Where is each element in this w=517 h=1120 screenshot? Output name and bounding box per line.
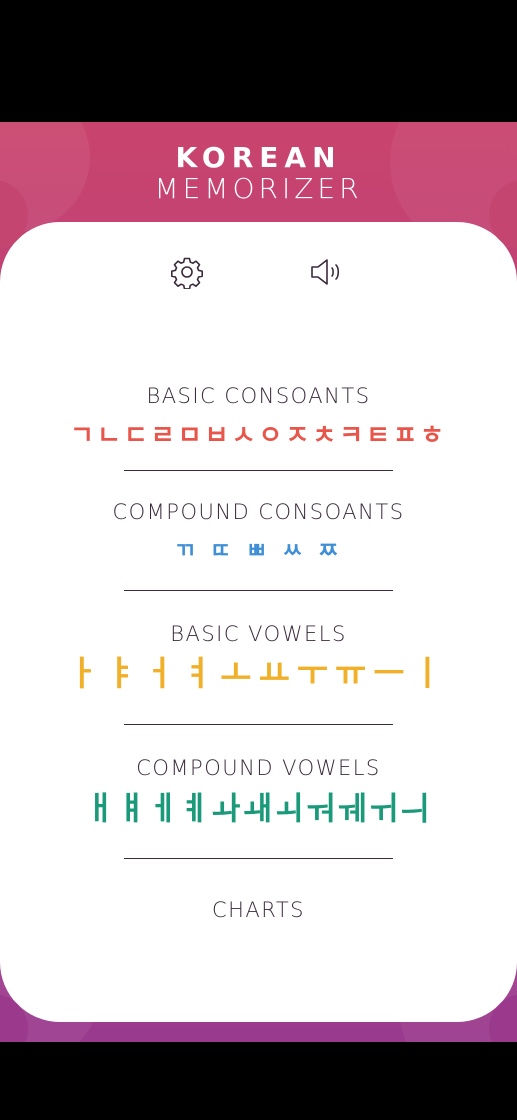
section-title: COMPOUND VOWELS <box>136 756 381 780</box>
section-title: BASIC VOWELS <box>170 622 347 646</box>
card-notch <box>0 994 28 1042</box>
basic-vowels-item[interactable]: BASIC VOWELS ㅏㅑㅓㅕㅗㅛㅜㅠㅡㅣ <box>0 620 517 692</box>
hangul-letters: ㅐㅒㅔㅖㅘㅙㅚㅝㅞㅟㅢ <box>85 789 432 827</box>
logo-line-1: KOREAN <box>175 141 342 174</box>
divider <box>124 590 393 591</box>
speaker-icon <box>311 259 340 285</box>
menu-card: BASIC CONSOANTS ㄱㄴㄷㄹㅁㅂㅅㅇㅈㅊㅋㅌㅍㅎ COMPOUND … <box>0 180 517 1042</box>
section-title: BASIC CONSOANTS <box>146 384 371 408</box>
toolbar <box>0 252 517 296</box>
divider <box>124 858 393 859</box>
divider <box>124 470 393 471</box>
settings-button[interactable] <box>167 252 207 292</box>
sound-button[interactable] <box>307 252 347 292</box>
hangul-letters: ㄱㄴㄷㄹㅁㅂㅅㅇㅈㅊㅋㅌㅍㅎ <box>70 421 447 451</box>
phone-screen: KOREAN MEMORIZER BASIC CONSOANTS ㄱㄴㄷㄹㅁㅂㅅ… <box>0 0 517 1120</box>
app-background: KOREAN MEMORIZER BASIC CONSOANTS ㄱㄴㄷㄹㅁㅂㅅ… <box>0 122 517 1042</box>
card-notch <box>489 994 517 1042</box>
hangul-letters: ㅏㅑㅓㅕㅗㅛㅜㅠㅡㅣ <box>67 654 450 694</box>
app-logo: KOREAN MEMORIZER <box>0 142 517 204</box>
gear-icon <box>171 257 203 289</box>
hangul-letters: ㄲ ㄸ ㅃ ㅆ ㅉ <box>174 539 343 564</box>
logo-line-2: MEMORIZER <box>154 172 363 205</box>
section-title: CHARTS <box>211 898 306 922</box>
charts-item[interactable]: CHARTS <box>0 896 517 924</box>
compound-vowels-item[interactable]: COMPOUND VOWELS ㅐㅒㅔㅖㅘㅙㅚㅝㅞㅟㅢ <box>0 754 517 826</box>
compound-consonants-item[interactable]: COMPOUND CONSOANTS ㄲ ㄸ ㅃ ㅆ ㅉ <box>0 498 517 570</box>
section-title: COMPOUND CONSOANTS <box>112 500 405 524</box>
basic-consonants-item[interactable]: BASIC CONSOANTS ㄱㄴㄷㄹㅁㅂㅅㅇㅈㅊㅋㅌㅍㅎ <box>0 382 517 454</box>
divider <box>124 724 393 725</box>
